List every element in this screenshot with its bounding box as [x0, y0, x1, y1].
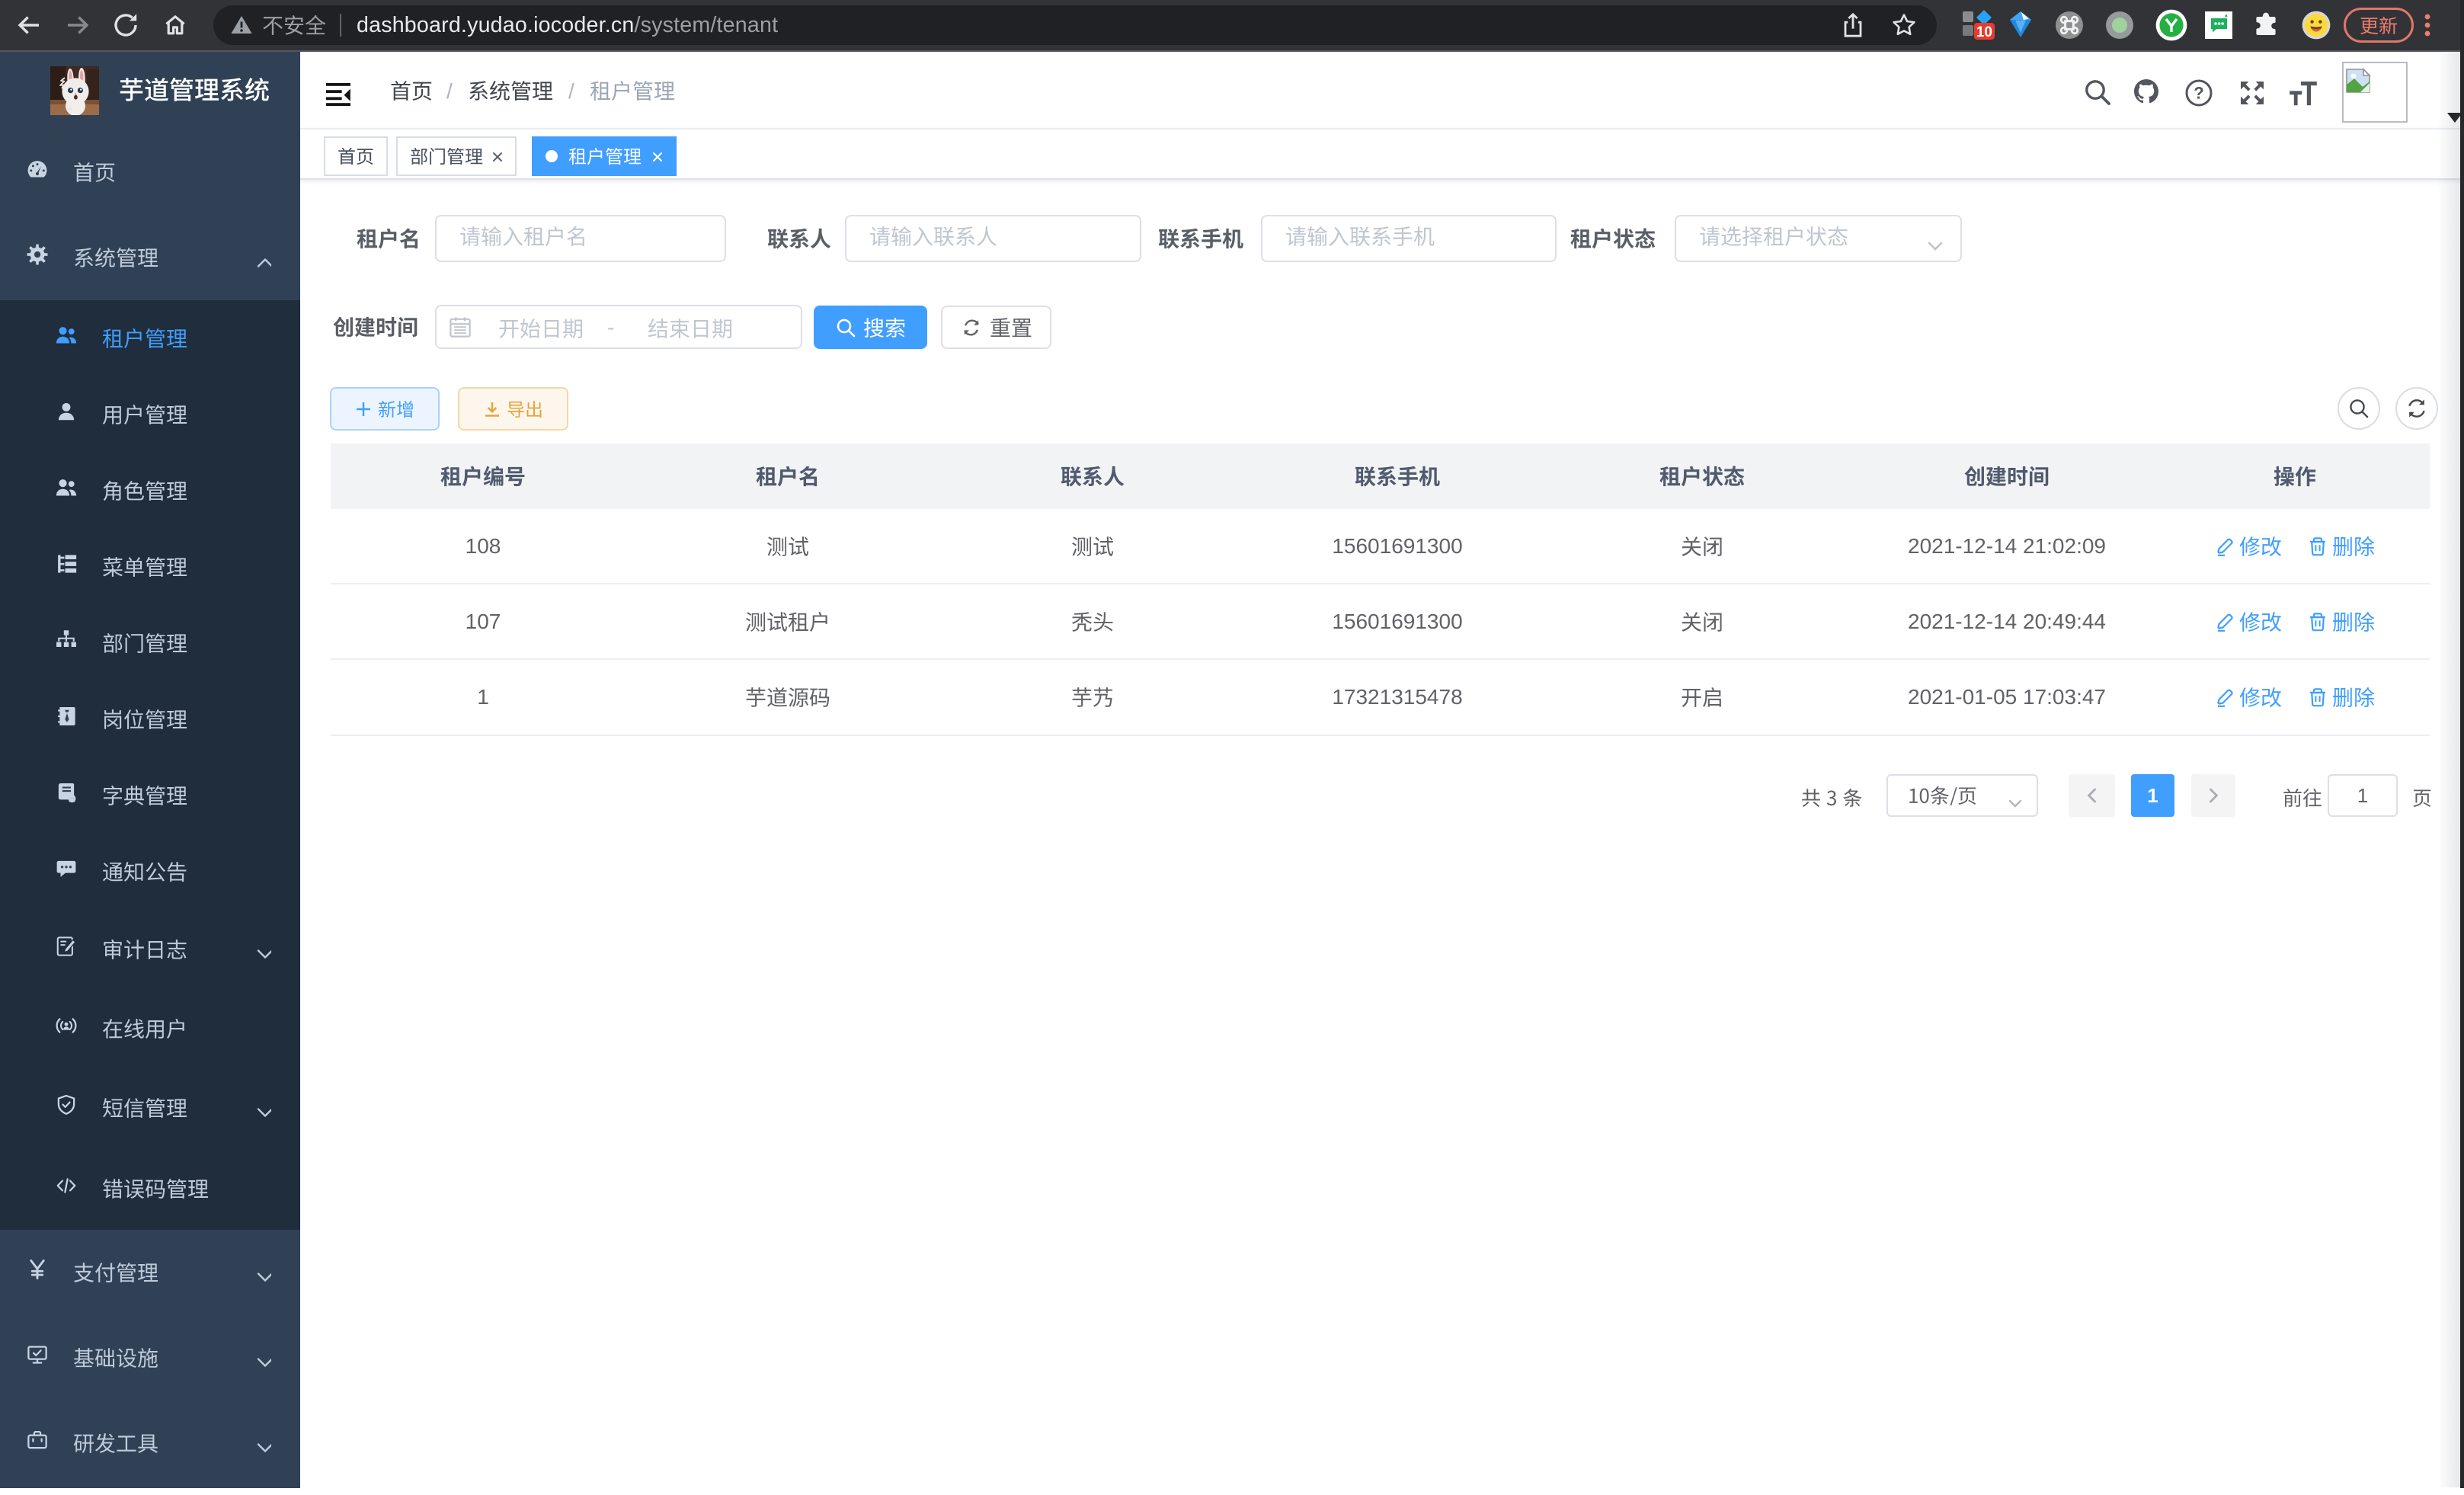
svg-text:?: ? — [2194, 83, 2203, 102]
svg-text:10: 10 — [1976, 24, 1992, 40]
